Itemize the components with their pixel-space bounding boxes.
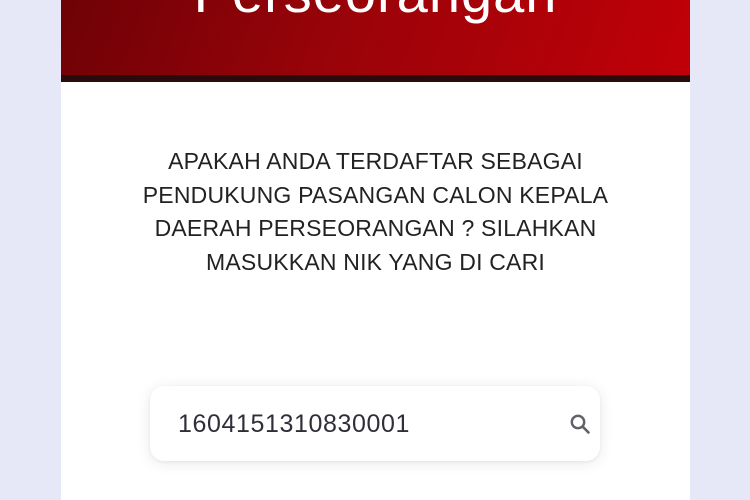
content-card: Perseorangan APAKAH ANDA TERDAFTAR SEBAG… bbox=[61, 0, 690, 500]
header-banner: Perseorangan bbox=[61, 0, 690, 82]
nik-search-box bbox=[150, 386, 600, 461]
search-icon[interactable] bbox=[568, 412, 592, 436]
nik-search-input[interactable] bbox=[178, 404, 548, 444]
header-title: Perseorangan bbox=[61, 0, 690, 28]
nik-search-prompt: APAKAH ANDA TERDAFTAR SEBAGAI PENDUKUNG … bbox=[142, 148, 609, 275]
page: Perseorangan APAKAH ANDA TERDAFTAR SEBAG… bbox=[0, 0, 750, 500]
